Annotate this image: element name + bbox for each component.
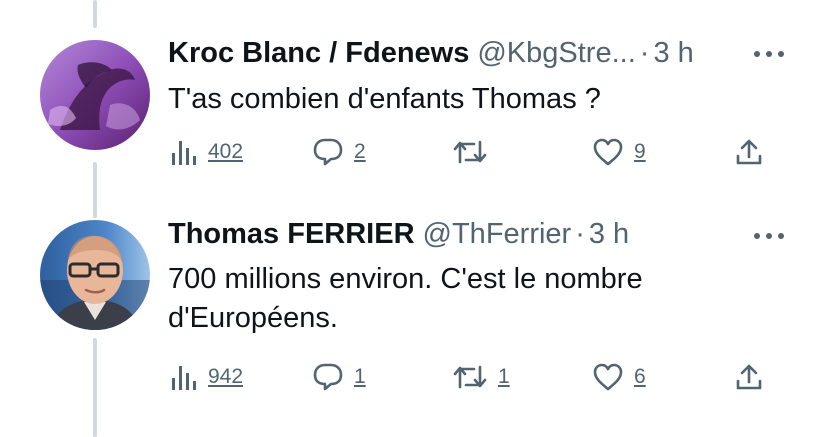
retweet-button[interactable] [452,132,498,172]
like-button[interactable]: 6 [592,357,646,397]
reply-bubble-icon [313,363,343,391]
share-upload-icon [736,139,762,165]
reply-bubble-icon [313,138,343,166]
separator-dot: · [575,218,585,250]
timestamp[interactable]: 3 h [653,37,693,69]
like-button[interactable]: 9 [592,132,646,172]
avatar-image [40,220,150,330]
thread-line-bottom [93,338,97,437]
share-button[interactable] [734,132,764,172]
reply-button[interactable]: 2 [312,132,366,172]
retweet-button[interactable]: 1 [452,357,510,397]
tweet-text: 700 millions environ. C'est le nombre d'… [168,260,788,338]
tweet-text-line: d'Européens. [168,302,338,334]
views-count[interactable]: 402 [208,140,243,164]
avatar-image [40,40,150,150]
more-dots-icon[interactable] [752,230,786,242]
heart-icon [593,138,623,166]
share-button[interactable] [734,357,764,397]
thread-line-middle [93,162,97,218]
avatar[interactable] [40,40,150,150]
thread-line-top [93,0,97,28]
likes-count[interactable]: 9 [634,140,646,164]
views-count[interactable]: 942 [208,365,243,389]
heart-icon [593,363,623,391]
retweets-count[interactable]: 1 [498,365,510,389]
tweet-text-line: T'as combien d'enfants Thomas ? [168,83,601,115]
separator-dot: · [639,37,650,69]
tweet-header: Thomas FERRIER @ThFerrier · 3 h [168,217,629,251]
retweet-arrows-icon [453,365,487,389]
share-upload-icon [736,364,762,390]
retweet-arrows-icon [453,140,487,164]
tweet-header: Kroc Blanc / Fdenews @KbgStre... · 3 h [168,36,694,70]
tweet-text-line: 700 millions environ. C'est le nombre [168,263,643,295]
more-dots-icon[interactable] [752,48,786,60]
replies-count[interactable]: 2 [354,140,366,164]
timestamp[interactable]: 3 h [589,218,629,250]
display-name[interactable]: Kroc Blanc / Fdenews [168,37,469,69]
views-button[interactable]: 942 [168,357,243,397]
tweet-actions: 942 1 1 6 [168,357,788,397]
tweet-actions: 402 2 9 [168,132,788,172]
views-button[interactable]: 402 [168,132,243,172]
handle[interactable]: @ThFerrier [423,218,572,250]
handle[interactable]: @KbgStre... [477,37,635,69]
thread: Kroc Blanc / Fdenews @KbgStre... · 3 h T'as… [0,0,828,437]
avatar[interactable] [40,220,150,330]
reply-button[interactable]: 1 [312,357,366,397]
views-bar-chart-icon [172,366,196,390]
tweet-text: T'as combien d'enfants Thomas ? [168,80,788,119]
replies-count[interactable]: 1 [354,365,366,389]
display-name[interactable]: Thomas FERRIER [168,218,415,250]
views-bar-chart-icon [172,141,196,165]
likes-count[interactable]: 6 [634,365,646,389]
